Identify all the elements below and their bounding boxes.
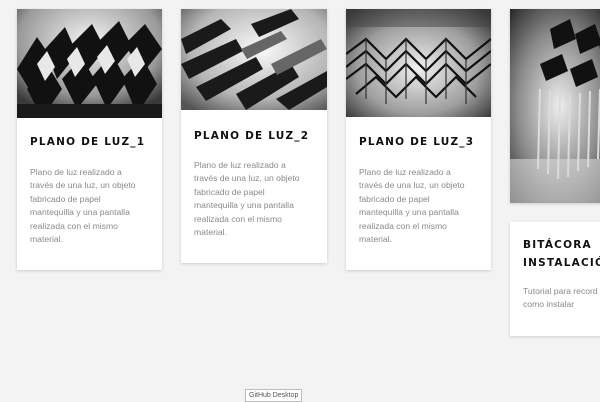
card-image	[181, 9, 327, 110]
card-image	[17, 9, 162, 118]
card-description: Plano de luz realizado a través de una l…	[359, 167, 465, 245]
card-title: PLANO DE LUZ_2	[194, 130, 310, 142]
project-card-bitacora-instalacion[interactable]: BITÁCORA INSTALACIÓN Tutorial para recor…	[510, 9, 600, 336]
project-card-plano-de-luz-3[interactable]: PLANO DE LUZ_3 Plano de luz realizado a …	[346, 9, 491, 270]
card-description: Tutorial para record paso como instalar	[523, 286, 600, 310]
project-card-plano-de-luz-1[interactable]: PLANO DE LUZ_1 Plano de luz realizado a …	[17, 9, 162, 270]
card-image	[510, 9, 600, 203]
card-description: Plano de luz realizado a través de una l…	[30, 167, 136, 245]
card-image	[346, 9, 491, 117]
card-title: PLANO DE LUZ_3	[359, 136, 475, 148]
card-title: BITÁCORA INSTALACIÓN	[523, 239, 600, 269]
card-title: PLANO DE LUZ_1	[30, 136, 146, 148]
project-card-plano-de-luz-2[interactable]: PLANO DE LUZ_2 Plano de luz realizado a …	[181, 9, 327, 263]
tooltip: GitHub Desktop	[245, 389, 303, 402]
card-description: Plano de luz realizado a través de una l…	[194, 160, 300, 238]
